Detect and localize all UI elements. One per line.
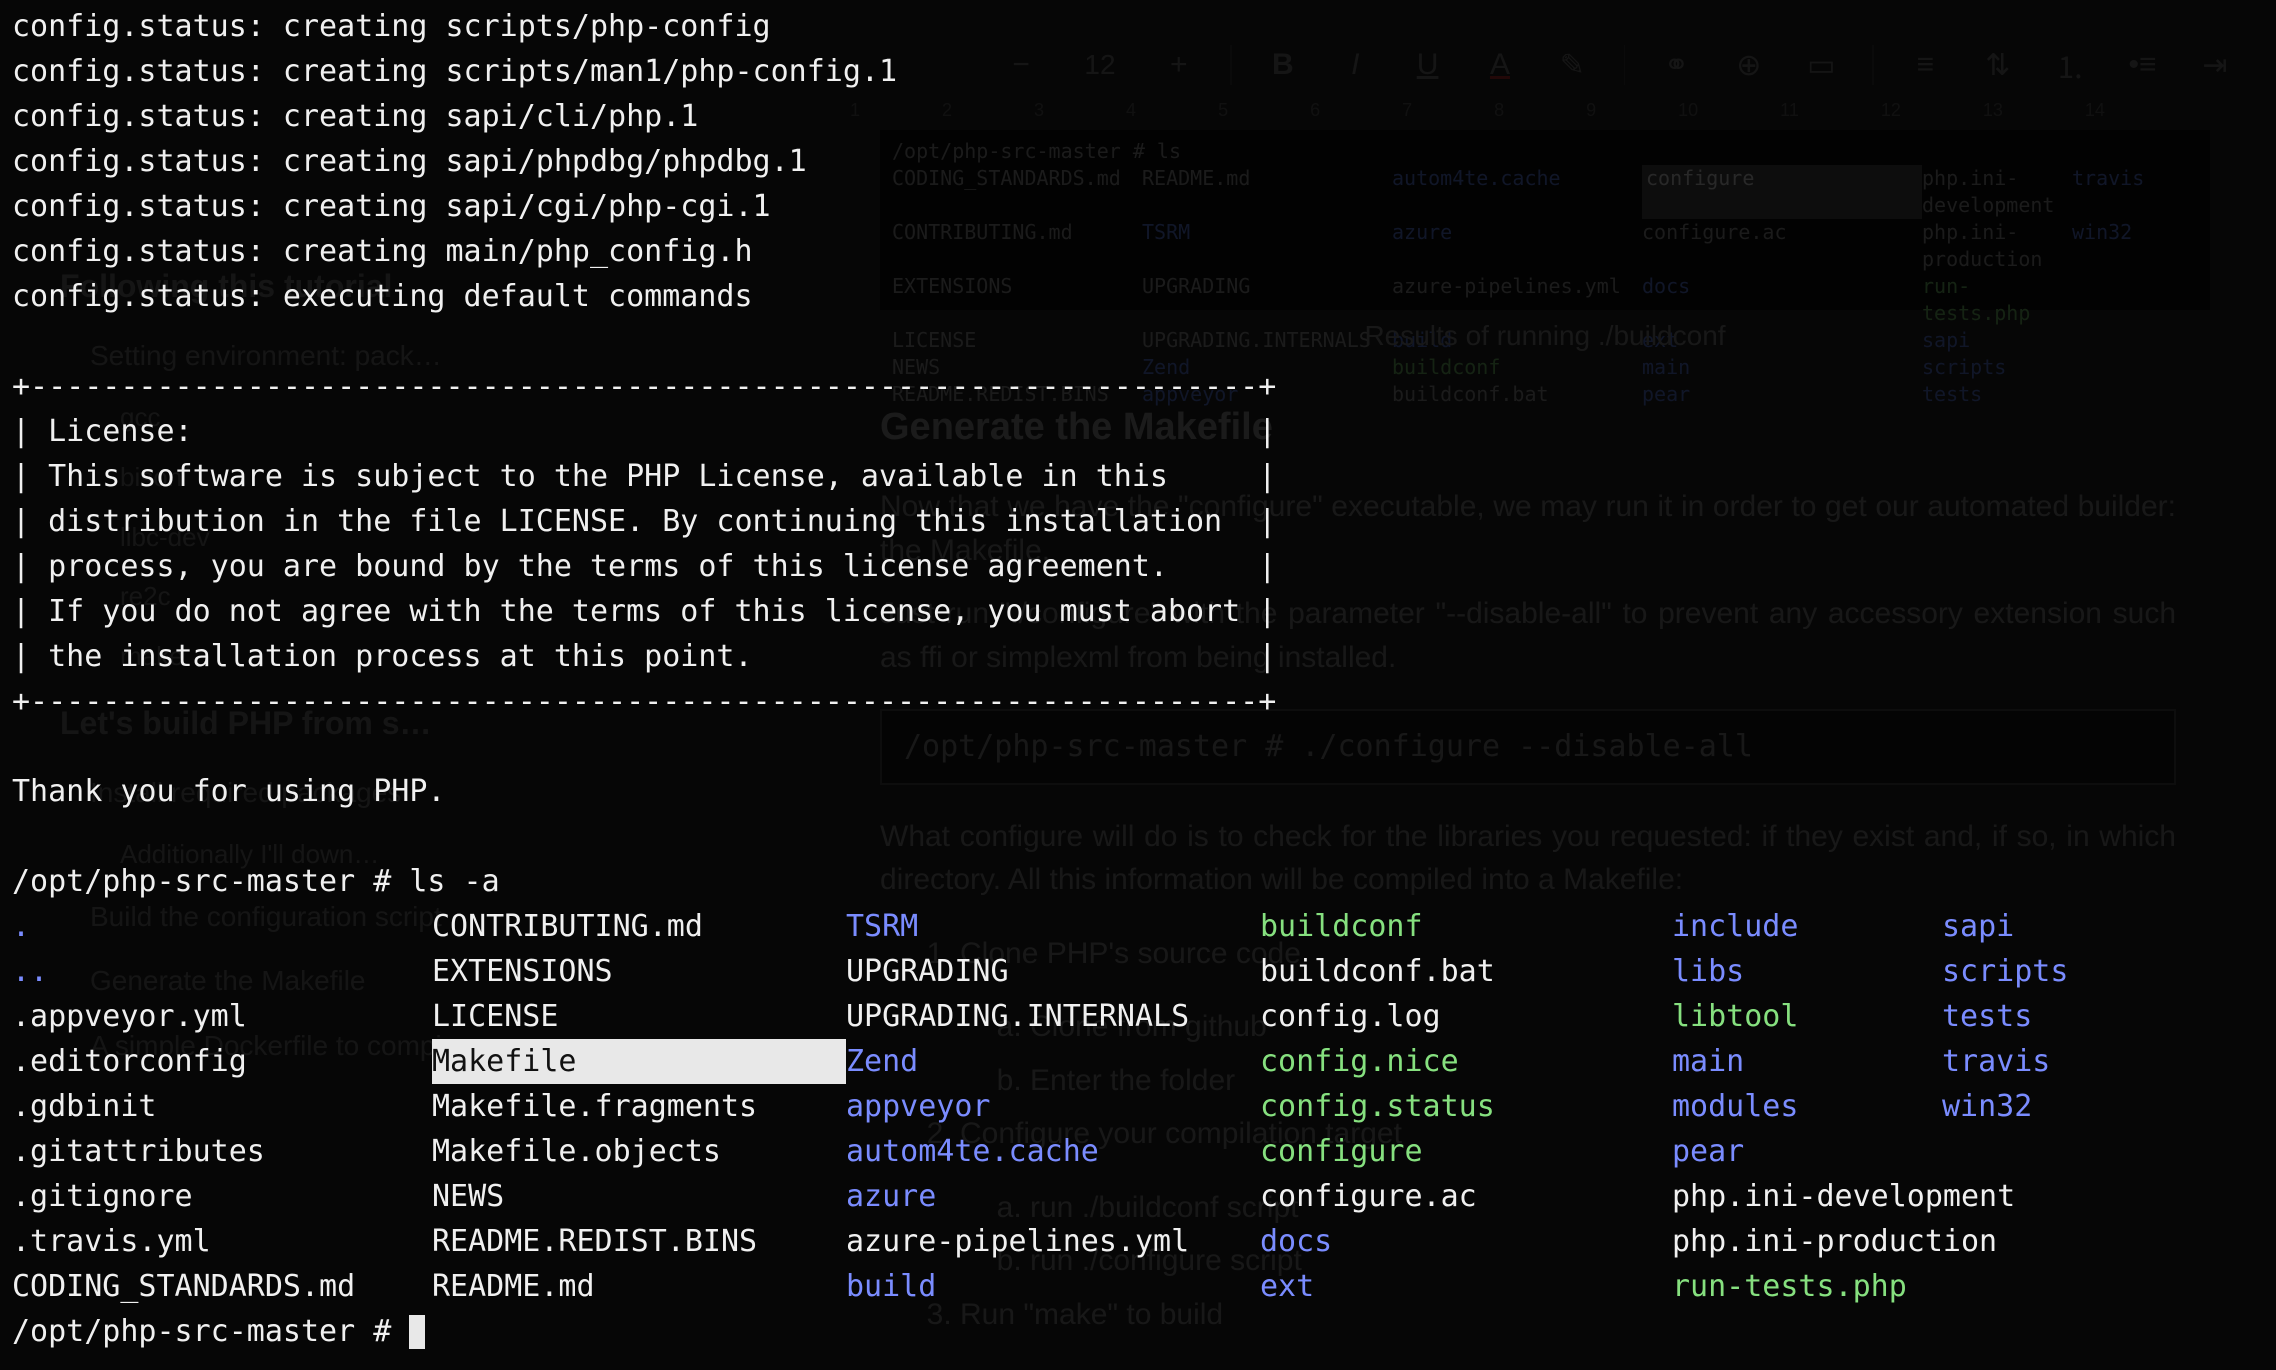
terminal-ls-entry: UPGRADING — [846, 949, 1260, 994]
terminal-license-line: | If you do not agree with the terms of … — [12, 589, 2264, 634]
terminal-ls-entry: libs — [1672, 949, 1942, 994]
terminal-ls-entry: libtool — [1672, 994, 1942, 1039]
terminal-ls-entry: NEWS — [432, 1174, 846, 1219]
terminal-ls-entry: configure — [1260, 1129, 1672, 1174]
terminal-prompt-line: /opt/php-src-master # ls -a — [12, 859, 2264, 904]
terminal-ls-entry: README.md — [432, 1264, 846, 1309]
terminal-ls-entry-empty — [1942, 1174, 2212, 1219]
terminal-license-line: | distribution in the file LICENSE. By c… — [12, 499, 2264, 544]
terminal-ls-entry: LICENSE — [432, 994, 846, 1039]
terminal-ls-entry: run-tests.php — [1672, 1264, 1942, 1309]
terminal-output-line: config.status: creating scripts/php-conf… — [12, 4, 2264, 49]
terminal-ls-entry: azure — [846, 1174, 1260, 1219]
terminal-ls-entry: .. — [12, 949, 432, 994]
terminal-ls-entry: config.nice — [1260, 1039, 1672, 1084]
terminal-ls-entry-empty — [1942, 1129, 2212, 1174]
terminal-cursor — [409, 1315, 425, 1349]
terminal-ls-entry: Zend — [846, 1039, 1260, 1084]
terminal-output-line: config.status: creating sapi/phpdbg/phpd… — [12, 139, 2264, 184]
terminal-ls-entry: UPGRADING.INTERNALS — [846, 994, 1260, 1039]
terminal-ls-entry: TSRM — [846, 904, 1260, 949]
terminal-ls-entry: win32 — [1942, 1084, 2212, 1129]
terminal-ls-entry: include — [1672, 904, 1942, 949]
terminal-output-line: config.status: executing default command… — [12, 274, 2264, 319]
terminal-license-border: +---------------------------------------… — [12, 679, 2264, 724]
terminal-ls-entry: . — [12, 904, 432, 949]
terminal-blank-line — [12, 319, 2264, 364]
terminal-ls-entry: .appveyor.yml — [12, 994, 432, 1039]
terminal-ls-entry: travis — [1942, 1039, 2212, 1084]
terminal-ls-entry: CONTRIBUTING.md — [432, 904, 846, 949]
terminal-ls-entry: config.log — [1260, 994, 1672, 1039]
terminal-license-line: | License: | — [12, 409, 2264, 454]
terminal-blank-line — [12, 724, 2264, 769]
terminal-ls-entry: php.ini-development — [1672, 1174, 1942, 1219]
terminal-blank-line — [12, 814, 2264, 859]
terminal-ls-entry: .travis.yml — [12, 1219, 432, 1264]
terminal-ls-entry: ext — [1260, 1264, 1672, 1309]
terminal-ls-entry: Makefile.objects — [432, 1129, 846, 1174]
terminal-ls-entry: EXTENSIONS — [432, 949, 846, 994]
terminal-license-line: | This software is subject to the PHP Li… — [12, 454, 2264, 499]
terminal-ls-entry: build — [846, 1264, 1260, 1309]
terminal-ls-entry-empty — [1942, 1219, 2212, 1264]
terminal-ls-entry: README.REDIST.BINS — [432, 1219, 846, 1264]
terminal-output-line: Thank you for using PHP. — [12, 769, 2264, 814]
terminal-output-line: config.status: creating sapi/cgi/php-cgi… — [12, 184, 2264, 229]
terminal-output-line: config.status: creating main/php_config.… — [12, 229, 2264, 274]
terminal-ls-entry: docs — [1260, 1219, 1672, 1264]
terminal-ls-entry: buildconf.bat — [1260, 949, 1672, 994]
terminal-prompt-line[interactable]: /opt/php-src-master # — [12, 1309, 2264, 1354]
terminal-ls-entry: appveyor — [846, 1084, 1260, 1129]
terminal-ls-entry: .editorconfig — [12, 1039, 432, 1084]
terminal-ls-entry: azure-pipelines.yml — [846, 1219, 1260, 1264]
terminal-output-line: config.status: creating sapi/cli/php.1 — [12, 94, 2264, 139]
terminal-ls-entry: main — [1672, 1039, 1942, 1084]
terminal-ls-entry: pear — [1672, 1129, 1942, 1174]
terminal-ls-entry: scripts — [1942, 949, 2212, 994]
terminal-ls-entry: configure.ac — [1260, 1174, 1672, 1219]
terminal-ls-entry: sapi — [1942, 904, 2212, 949]
terminal-ls-entry: config.status — [1260, 1084, 1672, 1129]
terminal-ls-output: ....appveyor.yml.editorconfig.gdbinit.gi… — [12, 904, 2264, 1309]
terminal-license-line: | process, you are bound by the terms of… — [12, 544, 2264, 589]
terminal-ls-entry: autom4te.cache — [846, 1129, 1260, 1174]
terminal-ls-entry-empty — [1942, 1264, 2212, 1309]
terminal-ls-entry: Makefile.fragments — [432, 1084, 846, 1129]
terminal-ls-entry: tests — [1942, 994, 2212, 1039]
terminal-output-line: config.status: creating scripts/man1/php… — [12, 49, 2264, 94]
terminal-ls-entry: .gitattributes — [12, 1129, 432, 1174]
terminal-ls-entry: modules — [1672, 1084, 1942, 1129]
terminal[interactable]: config.status: creating scripts/php-conf… — [0, 0, 2276, 1370]
terminal-ls-entry: CODING_STANDARDS.md — [12, 1264, 432, 1309]
terminal-license-border: +---------------------------------------… — [12, 364, 2264, 409]
terminal-ls-entry: Makefile — [432, 1039, 846, 1084]
terminal-ls-entry: .gdbinit — [12, 1084, 432, 1129]
terminal-ls-entry: buildconf — [1260, 904, 1672, 949]
terminal-license-line: | the installation process at this point… — [12, 634, 2264, 679]
terminal-ls-entry: .gitignore — [12, 1174, 432, 1219]
terminal-ls-entry: php.ini-production — [1672, 1219, 1942, 1264]
